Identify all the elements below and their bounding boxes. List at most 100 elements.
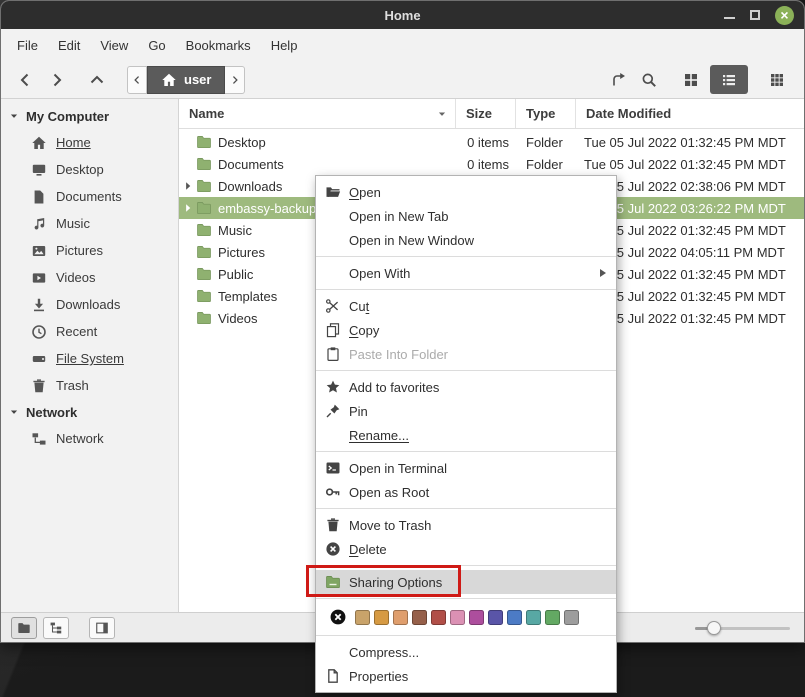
chevron-left-icon [132, 75, 142, 85]
sidebar-item-documents[interactable]: Documents [1, 183, 178, 210]
sidebar-item-desktop[interactable]: Desktop [1, 156, 178, 183]
column-header-type[interactable]: Type [516, 99, 576, 128]
toggle-sidebar-button[interactable] [89, 617, 115, 639]
search-button[interactable] [634, 65, 664, 95]
compact-view-button[interactable] [758, 65, 796, 94]
color-swatch-2[interactable] [393, 610, 408, 625]
menubar-item-bookmarks[interactable]: Bookmarks [176, 33, 261, 58]
menu-item-delete[interactable]: Delete [316, 537, 616, 561]
sidebar-section-my-computer[interactable]: My Computer [1, 103, 178, 129]
maximize-button[interactable] [750, 10, 760, 20]
menu-separator [316, 598, 616, 599]
menu-item-compress[interactable]: Compress... [316, 640, 616, 664]
menu-item-open-with[interactable]: Open With [316, 261, 616, 285]
sort-descending-icon[interactable] [437, 109, 447, 119]
color-swatch-4[interactable] [431, 610, 446, 625]
titlebar[interactable]: Home × [1, 1, 804, 29]
menu-item-open[interactable]: Open [316, 180, 616, 204]
color-swatch-0[interactable] [355, 610, 370, 625]
zoom-slider[interactable] [695, 618, 790, 638]
breadcrumb-current-button[interactable]: user [147, 66, 225, 94]
color-swatch-3[interactable] [412, 610, 427, 625]
color-swatch-6[interactable] [469, 610, 484, 625]
file-row-documents[interactable]: Documents0 itemsFolderTue 05 Jul 2022 01… [179, 153, 804, 175]
file-size: 0 items [456, 135, 516, 150]
sidebar-item-music[interactable]: Music [1, 210, 178, 237]
treeview-icon [49, 621, 63, 635]
menu-item-cut[interactable]: Cut [316, 294, 616, 318]
sidebar-item-videos[interactable]: Videos [1, 264, 178, 291]
location-entry-button[interactable] [604, 65, 634, 95]
sidebar-item-label: Videos [56, 270, 96, 285]
sidebar-item-label: Recent [56, 324, 97, 339]
breadcrumb-next-button[interactable] [225, 66, 245, 94]
column-header-date-modified[interactable]: Date Modified [576, 99, 804, 128]
color-swatch-7[interactable] [488, 610, 503, 625]
sidebar-section-network[interactable]: Network [1, 399, 178, 425]
icon-spacer [325, 265, 341, 281]
sidebar-item-pictures[interactable]: Pictures [1, 237, 178, 264]
show-treeview-button[interactable] [43, 617, 69, 639]
expander-icon[interactable] [182, 202, 194, 214]
sidebar: My Computer Home DesktopDocumentsMusicPict… [1, 99, 179, 612]
expander-spacer [182, 136, 194, 148]
forward-button[interactable] [41, 65, 73, 95]
show-places-button[interactable] [11, 617, 37, 639]
breadcrumb-prev-button[interactable] [127, 66, 147, 94]
color-swatch-11[interactable] [564, 610, 579, 625]
menu-item-rename[interactable]: Rename... [316, 423, 616, 447]
color-swatch-1[interactable] [374, 610, 389, 625]
circle-x-icon [325, 541, 341, 557]
close-button[interactable]: × [775, 6, 794, 25]
expander-spacer [182, 224, 194, 236]
up-button[interactable] [81, 65, 113, 95]
menubar-item-go[interactable]: Go [138, 33, 175, 58]
folder-icon [196, 266, 212, 282]
sidebar-item-trash[interactable]: Trash [1, 372, 178, 399]
menu-item-move-to-trash[interactable]: Move to Trash [316, 513, 616, 537]
menubar-item-view[interactable]: View [90, 33, 138, 58]
menu-item-sharing-options[interactable]: Sharing Options [316, 570, 616, 594]
share-folder-icon [325, 574, 341, 590]
menu-item-add-to-favorites[interactable]: Add to favorites [316, 375, 616, 399]
back-icon [17, 72, 33, 88]
menu-item-paste-into-folder[interactable]: Paste Into Folder [316, 342, 616, 366]
color-swatch-8[interactable] [507, 610, 522, 625]
menubar-item-help[interactable]: Help [261, 33, 308, 58]
menu-item-pin[interactable]: Pin [316, 399, 616, 423]
sidebar-item-downloads[interactable]: Downloads [1, 291, 178, 318]
minimize-button[interactable] [724, 11, 735, 19]
color-swatch-9[interactable] [526, 610, 541, 625]
column-header-size[interactable]: Size [456, 99, 516, 128]
menu-item-copy[interactable]: Copy [316, 318, 616, 342]
sidebar-item-network[interactable]: Network [1, 425, 178, 452]
menu-item-open-in-new-tab[interactable]: Open in New Tab [316, 204, 616, 228]
menu-separator [316, 289, 616, 290]
menubar-item-edit[interactable]: Edit [48, 33, 90, 58]
compact-view-icon [769, 72, 785, 88]
sidebar-item-label: Home [56, 135, 91, 150]
list-view-button[interactable] [710, 65, 748, 94]
menu-item-open-in-new-window[interactable]: Open in New Window [316, 228, 616, 252]
circle-x-icon[interactable] [329, 608, 347, 626]
file-row-desktop[interactable]: Desktop0 itemsFolderTue 05 Jul 2022 01:3… [179, 131, 804, 153]
sidebar-item-recent[interactable]: Recent [1, 318, 178, 345]
menu-item-properties[interactable]: Properties [316, 664, 616, 688]
color-swatch-5[interactable] [450, 610, 465, 625]
menubar-item-file[interactable]: File [7, 33, 48, 58]
document-icon [31, 189, 47, 205]
folder-icon [196, 178, 212, 194]
sidebar-item-file-system[interactable]: File System [1, 345, 178, 372]
icon-view-button[interactable] [672, 65, 710, 94]
menu-item-open-in-terminal[interactable]: Open in Terminal [316, 456, 616, 480]
expander-spacer [182, 312, 194, 324]
back-button[interactable] [9, 65, 41, 95]
column-header-name[interactable]: Name [179, 99, 456, 128]
slider-handle[interactable] [707, 621, 721, 635]
color-swatch-10[interactable] [545, 610, 560, 625]
sidebar-item-home[interactable]: Home [1, 129, 178, 156]
home-icon [31, 135, 47, 151]
folder-icon [196, 310, 212, 326]
expander-icon[interactable] [182, 180, 194, 192]
menu-item-open-as-root[interactable]: Open as Root [316, 480, 616, 504]
